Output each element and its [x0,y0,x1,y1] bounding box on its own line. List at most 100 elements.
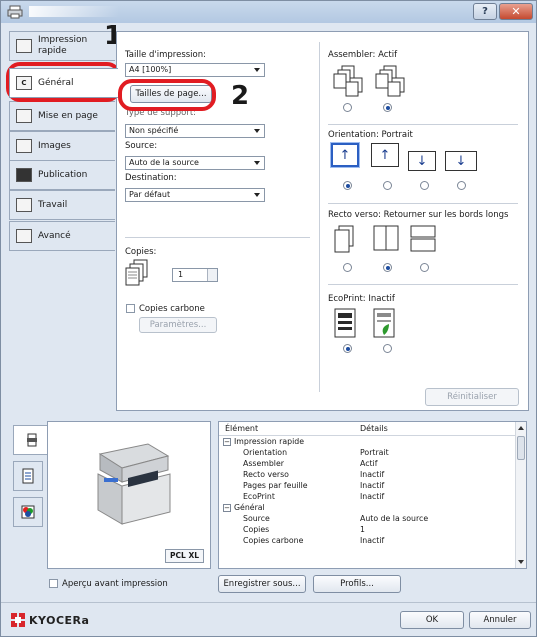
destination-select[interactable]: Par défaut [125,188,265,202]
settings-summary-list[interactable]: Élément Détails − Impression rapide Orient… [218,421,527,569]
table-row[interactable]: Assembler Actif [219,459,516,470]
row-details: Inactif [360,481,385,490]
tab-images[interactable]: Images [9,131,115,161]
stepper-arrows-icon[interactable] [207,269,217,281]
row-details: Inactif [360,470,385,479]
copies-label: Copies: [125,247,157,257]
duplex-short-edge-radio[interactable] [420,263,429,272]
print-size-select[interactable]: A4 [100%] [125,63,265,77]
printer-view-tab[interactable] [13,425,49,455]
table-row[interactable]: Copies carbone Inactif [219,536,516,547]
table-row[interactable]: Orientation Portrait [219,448,516,459]
row-item: EcoPrint [243,492,275,501]
table-row[interactable]: − Général [219,503,516,514]
publication-icon [16,168,32,182]
column-divider [319,42,320,392]
duplex-off-icon [334,225,354,253]
table-row[interactable]: EcoPrint Inactif [219,492,516,503]
layout-icon [16,109,32,123]
close-button[interactable]: ✕ [499,3,533,20]
color-view-tab[interactable] [13,497,43,527]
tab-label: Images [38,140,71,151]
table-row[interactable]: Copies 1 [219,525,516,536]
orientation-landscape-rotated-radio[interactable] [457,181,466,190]
media-type-select[interactable]: Non spécifié [125,124,265,138]
reset-button[interactable]: Réinitialiser [425,388,519,406]
kyocera-logo-icon [11,613,25,627]
collapse-icon[interactable]: − [223,438,231,446]
divider [328,124,518,125]
scroll-thumb[interactable] [517,436,525,460]
ecoprint-label: EcoPrint: Inactif [328,294,395,304]
row-item: Copies [243,525,270,534]
row-details: Actif [360,459,378,468]
orientation-portrait-rotated-radio[interactable] [420,181,429,190]
orientation-landscape-option[interactable]: ↑ [371,143,399,167]
print-settings-dialog: ? ✕ Impression rapide C Général Mise en … [0,0,537,637]
save-as-button[interactable]: Enregistrer sous... [218,575,306,593]
orientation-landscape-rotated-option[interactable]: ↓ [445,151,477,171]
row-item: Pages par feuille [243,481,308,490]
images-icon [16,139,32,153]
duplex-long-edge-radio[interactable] [383,263,392,272]
page-view-icon [22,468,34,484]
row-details: Inactif [360,536,385,545]
collate-off-radio[interactable] [343,103,352,112]
copies-stepper[interactable]: 1 [172,268,218,282]
row-details: 1 [360,525,365,534]
row-item: Impression rapide [234,437,305,446]
profiles-button[interactable]: Profils... [313,575,401,593]
ecoprint-off-icon [334,308,356,338]
copies-icon [125,259,148,286]
tab-general[interactable]: C Général [9,68,118,98]
ecoprint-off-radio[interactable] [343,344,352,353]
column-header-details[interactable]: Détails [360,424,388,433]
collapse-icon[interactable]: − [223,504,231,512]
print-preview-checkbox[interactable] [49,579,58,588]
summary-header: Élément Détails [219,422,516,436]
row-item: Général [234,503,265,512]
duplex-off-radio[interactable] [343,263,352,272]
tab-advanced[interactable]: Avancé [9,221,115,251]
carbon-copies-checkbox[interactable] [126,304,135,313]
tab-layout[interactable]: Mise en page [9,101,115,131]
scroll-up-icon[interactable] [518,426,524,430]
window-title [29,6,119,17]
arrow-down-icon: ↓ [455,153,467,169]
orientation-landscape-radio[interactable] [383,181,392,190]
tab-quick-print[interactable]: Impression rapide [9,31,115,61]
printer-view-icon [26,433,37,447]
column-header-item[interactable]: Élément [225,424,258,433]
summary-scrollbar[interactable] [515,422,526,568]
tab-publication[interactable]: Publication [9,160,115,190]
destination-label: Destination: [125,173,177,183]
source-value: Auto de la source [129,158,199,167]
tab-label: Impression rapide [38,35,88,56]
help-button[interactable]: ? [473,3,497,20]
job-icon [16,198,32,212]
divider [328,203,518,204]
table-row[interactable]: − Impression rapide [219,437,516,448]
orientation-portrait-option[interactable]: ↑ [331,143,359,167]
tab-label: Publication [38,169,88,180]
close-icon: ✕ [511,5,521,18]
printer-preview: PCL XL [47,421,211,569]
orientation-portrait-radio[interactable] [343,181,352,190]
source-select[interactable]: Auto de la source [125,156,265,170]
page-view-tab[interactable] [13,461,43,491]
color-view-icon [21,505,35,519]
quick-print-icon [16,39,32,53]
tab-job[interactable]: Travail [9,190,115,220]
advanced-icon [16,229,32,243]
table-row[interactable]: Pages par feuille Inactif [219,481,516,492]
ecoprint-on-radio[interactable] [383,344,392,353]
table-row[interactable]: Source Auto de la source [219,514,516,525]
parameters-button[interactable]: Paramètres... [139,317,217,333]
ok-button[interactable]: OK [400,611,464,629]
scroll-down-icon[interactable] [518,560,524,564]
cancel-button[interactable]: Annuler [469,611,531,629]
orientation-portrait-rotated-option[interactable]: ↓ [408,151,436,171]
collate-on-radio[interactable] [383,103,392,112]
title-bar[interactable]: ? ✕ [1,1,536,23]
table-row[interactable]: Recto verso Inactif [219,470,516,481]
